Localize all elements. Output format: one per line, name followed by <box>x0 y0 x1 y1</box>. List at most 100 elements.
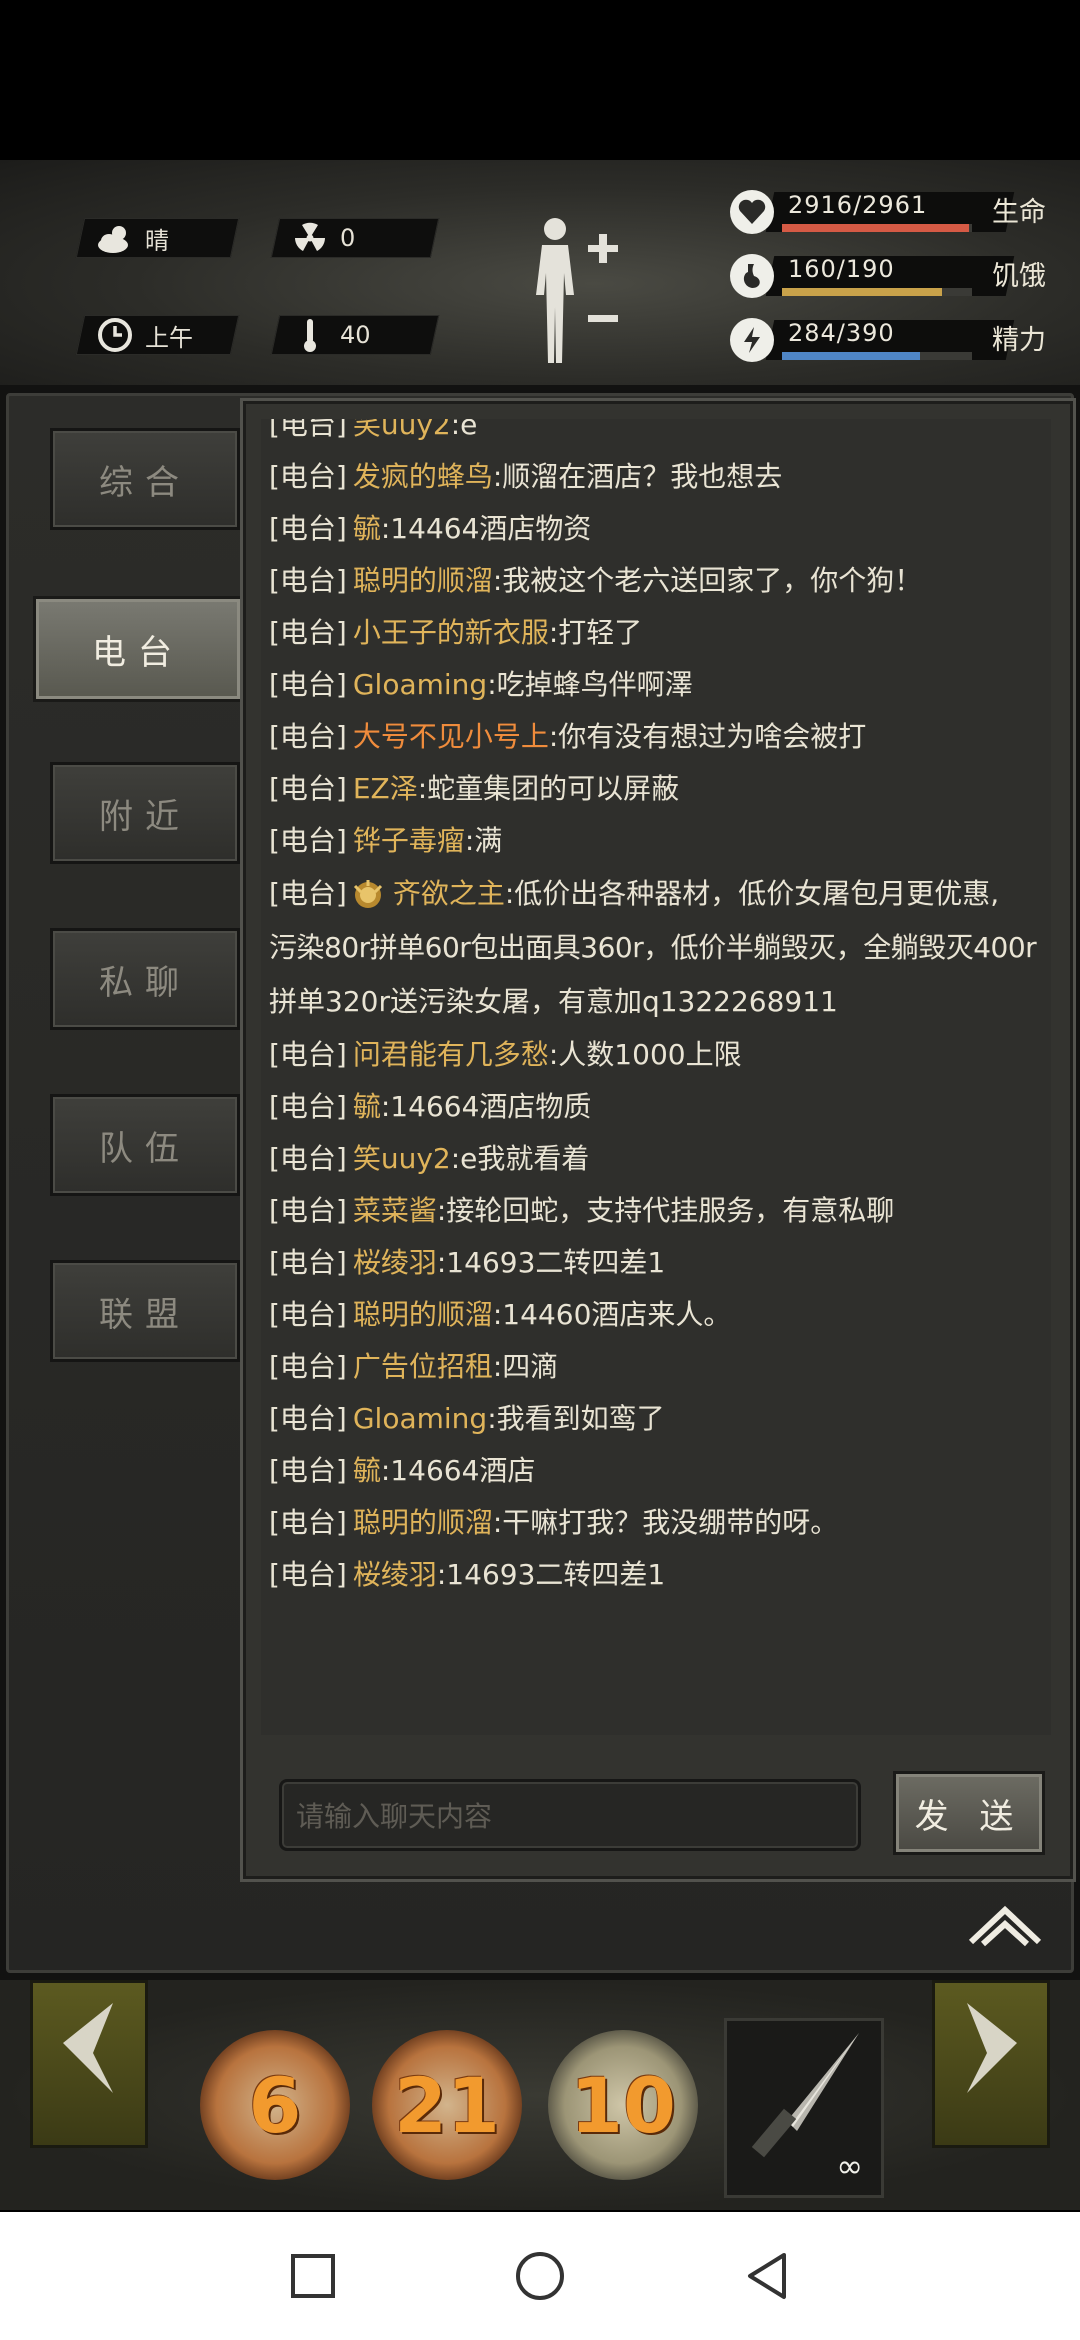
sender-name[interactable]: 聪明的顺溜 <box>353 1506 493 1539</box>
sender-name[interactable]: 齐欲之主 <box>393 877 505 910</box>
tab-team-label: 队伍 <box>99 1128 191 1169</box>
vip-badge-icon <box>353 880 382 908</box>
sender-name[interactable]: EZ泽 <box>353 772 418 805</box>
tab-team[interactable]: 队伍 <box>50 1094 240 1196</box>
sender-name[interactable]: 毓 <box>353 1090 381 1123</box>
skill-punch[interactable]: 21 <box>372 2030 522 2180</box>
chat-message: [电台] 铧子毒瘤:满 <box>269 824 503 857</box>
tab-nearby[interactable]: 附近 <box>50 762 240 864</box>
sender-name[interactable]: Gloaming <box>353 1402 487 1435</box>
chat-message: [电台] 笑uuy2:e <box>269 419 478 441</box>
arrow-left-icon <box>63 2003 113 2093</box>
tab-general[interactable]: 综合 <box>50 428 240 530</box>
next-page-button[interactable] <box>932 1980 1050 2148</box>
chat-message: [电台] Gloaming:吃掉蜂鸟伴啊澤 <box>269 668 693 701</box>
thermometer-icon <box>290 315 330 355</box>
send-button-label: 发 送 <box>914 1796 1024 1837</box>
skill-punch-count: 21 <box>394 2060 500 2150</box>
square-icon <box>291 2254 336 2298</box>
skill-heal-count: 10 <box>570 2060 676 2150</box>
tab-nearby-label: 附近 <box>99 796 191 837</box>
tab-alliance-label: 联盟 <box>99 1294 191 1335</box>
health-stat: 2916/2961 生命 <box>730 188 1070 240</box>
temperature-value: 40 <box>340 321 371 349</box>
clock-icon <box>95 315 135 355</box>
chat-message: [电台] 毓:14664酒店 <box>269 1454 536 1487</box>
skill-sprint[interactable]: 6 <box>200 2030 350 2180</box>
chevron-up-icon <box>968 1905 1042 1947</box>
hunger-stat: 160/190 饥饿 <box>730 252 1070 304</box>
hunger-label: 饥饿 <box>992 261 1046 292</box>
sender-name[interactable]: 桜绫羽 <box>353 1246 437 1279</box>
back-button[interactable] <box>727 2236 807 2316</box>
sender-name[interactable]: 大号不见小号上 <box>353 720 549 753</box>
energy-label: 精力 <box>992 325 1046 356</box>
weapon-slot[interactable]: ∞ <box>724 2018 884 2198</box>
skill-heal[interactable]: 10 <box>548 2030 698 2180</box>
recent-apps-button[interactable] <box>273 2236 353 2316</box>
chat-message: [电台] 聪明的顺溜:14460酒店来人。 <box>269 1298 732 1331</box>
sender-name[interactable]: 聪明的顺溜 <box>353 1298 493 1331</box>
tab-radio[interactable]: 电台 <box>33 596 243 702</box>
chat-panel: [电台] 笑uuy2:e [电台] 发疯的蜂鸟:顺溜在酒店？我也想去 [电台] 毓:1… <box>240 398 1076 1882</box>
chat-message: [电台] 小王子的新衣服:打轻了 <box>269 616 643 649</box>
body-status-button[interactable] <box>520 215 630 365</box>
prev-page-button[interactable] <box>30 1980 148 2148</box>
chat-message: [电台] 桜绫羽:14693二转四差1 <box>269 1558 666 1591</box>
temperature-chip: 40 <box>270 315 440 355</box>
weather-value: 晴 <box>145 226 169 255</box>
tab-radio-label: 电台 <box>92 632 184 673</box>
sender-name[interactable]: 聪明的顺溜 <box>353 564 493 597</box>
sender-name[interactable]: 毓 <box>353 512 381 545</box>
radiation-value: 0 <box>340 224 356 252</box>
game-screen: 晴 0 上午 40 2916/2961 生命 160/190 饥饿 284/39… <box>0 0 1080 2340</box>
chat-messages-group-1: [电台] 发疯的蜂鸟:顺溜在酒店？我也想去 [电台] 毓:14464酒店物资 [电台… <box>261 451 1051 867</box>
hunger-value: 160/190 <box>788 255 895 283</box>
chat-message-list[interactable]: [电台] 笑uuy2:e [电台] 发疯的蜂鸟:顺溜在酒店？我也想去 [电台] 毓:1… <box>261 419 1051 1735</box>
home-button[interactable] <box>500 2236 580 2316</box>
tab-general-label: 综合 <box>99 462 191 503</box>
time-chip: 上午 <box>75 315 240 355</box>
status-bar-area <box>0 0 1080 160</box>
sender-name[interactable]: 广告位招租 <box>353 1350 493 1383</box>
health-bar <box>782 224 970 232</box>
sender-name[interactable]: 桜绫羽 <box>353 1558 437 1591</box>
chat-message: [电台] 毓:14664酒店物质 <box>269 1090 592 1123</box>
chat-message: [电台] EZ泽:蛇童集团的可以屏蔽 <box>269 772 680 805</box>
tab-private[interactable]: 私聊 <box>50 928 240 1030</box>
chat-messages-group-2: [电台] 问君能有几多愁:人数1000上限 [电台] 毓:14664酒店物质 [电台… <box>261 1029 1051 1601</box>
energy-stat: 284/390 精力 <box>730 316 1070 368</box>
skill-bar <box>0 1980 1080 2210</box>
system-nav-bar <box>0 2212 1080 2340</box>
sender-name[interactable]: 毓 <box>353 1454 381 1487</box>
chat-message: [电台] 聪明的顺溜:我被这个老六送回家了，你个狗！ <box>269 564 923 597</box>
chat-message: [电台] 发疯的蜂鸟:顺溜在酒店？我也想去 <box>269 460 783 493</box>
sender-name[interactable]: 菜菜酱 <box>353 1194 437 1227</box>
collapse-chat-button[interactable] <box>965 1900 1045 1948</box>
health-value: 2916/2961 <box>788 191 928 219</box>
chat-input-placeholder: 请输入聊天内容 <box>296 1800 493 1833</box>
cloud-sun-icon <box>95 218 135 258</box>
tab-alliance[interactable]: 联盟 <box>50 1260 240 1362</box>
chat-message: [电台] 问君能有几多愁:人数1000上限 <box>269 1038 742 1071</box>
health-label: 生命 <box>992 197 1046 228</box>
hunger-bar <box>782 288 942 296</box>
sender-name[interactable]: 铧子毒瘤 <box>353 824 465 857</box>
chat-message: [电台] 菜菜酱:接轮回蛇，支持代挂服务，有意私聊 <box>269 1194 895 1227</box>
body-figure-icon <box>536 218 618 363</box>
arrow-right-icon <box>967 2003 1017 2093</box>
weapon-ammo: ∞ <box>836 2147 863 2185</box>
sender-name[interactable]: 小王子的新衣服 <box>353 616 549 649</box>
chat-message: [电台] 大号不见小号上:你有没有想过为啥会被打 <box>269 720 867 753</box>
send-button[interactable]: 发 送 <box>893 1771 1045 1855</box>
chat-message: [电台] 聪明的顺溜:干嘛打我？我没绷带的呀。 <box>269 1506 839 1539</box>
chat-message: [电台] 桜绫羽:14693二转四差1 <box>269 1246 666 1279</box>
sender-name[interactable]: Gloaming <box>353 668 487 701</box>
weather-chip: 晴 <box>75 218 240 258</box>
sender-name[interactable]: 笑uuy2 <box>353 1142 451 1175</box>
energy-bar <box>782 352 921 360</box>
sender-name[interactable]: 发疯的蜂鸟 <box>353 460 493 493</box>
sender-name[interactable]: 问君能有几多愁 <box>353 1038 549 1071</box>
tab-private-label: 私聊 <box>99 962 191 1003</box>
chat-input-field[interactable]: 请输入聊天内容 <box>279 1779 861 1851</box>
